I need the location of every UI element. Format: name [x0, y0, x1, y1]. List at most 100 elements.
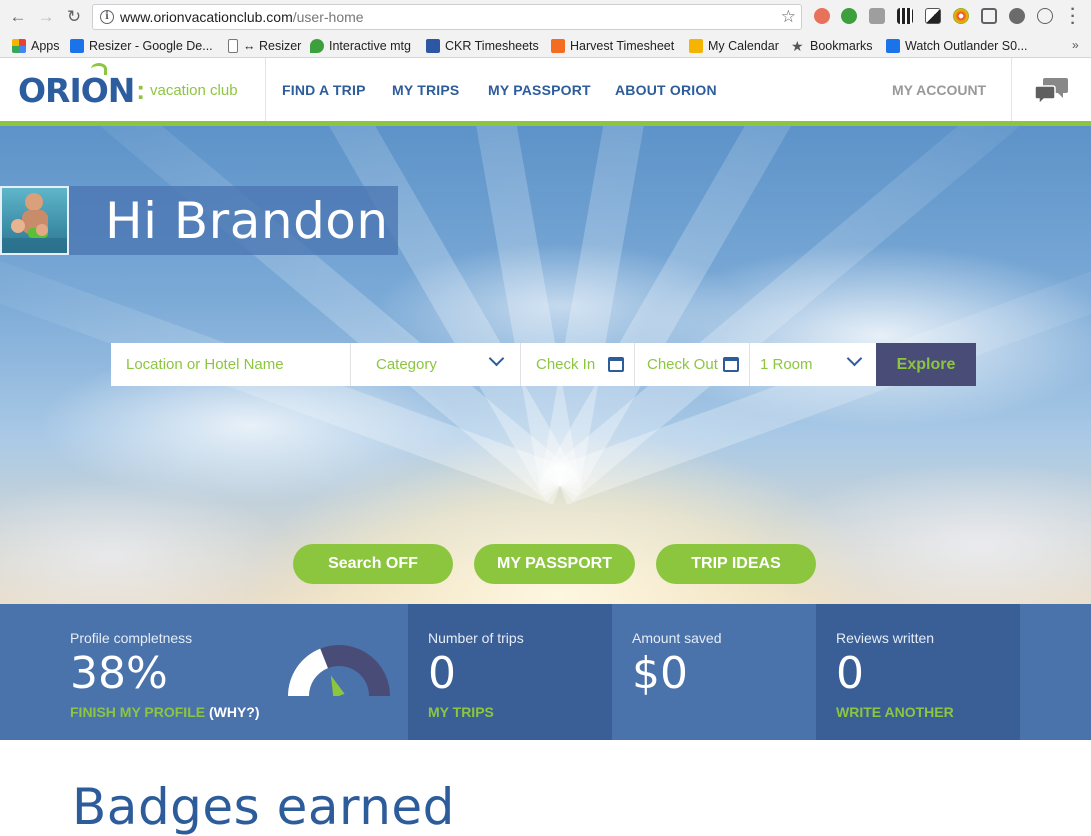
logo-tagline: vacation club — [150, 82, 238, 99]
greeting-text: Hi Brandon — [105, 192, 389, 250]
nav-my-trips[interactable]: MY TRIPS — [392, 82, 459, 98]
user-photo — [2, 193, 67, 253]
chevron-down-icon — [488, 350, 505, 367]
reviews-label: Reviews written — [836, 630, 935, 646]
play-icon[interactable] — [1037, 8, 1053, 24]
search-off-button[interactable]: Search OFF — [293, 544, 453, 584]
reload-icon[interactable]: ↻ — [64, 7, 84, 27]
browser-menu-icon[interactable]: · · · — [1068, 2, 1078, 32]
url-path: /user-home — [292, 9, 364, 25]
bookmark-label: Bookmarks — [810, 39, 873, 53]
star-icon: ★ — [791, 38, 804, 54]
calendar-icon — [689, 39, 703, 53]
badges-heading: Badges earned — [72, 778, 455, 836]
leaf-icon — [310, 39, 324, 53]
write-another-link[interactable]: WRITE ANOTHER — [836, 704, 954, 720]
reviews-value: 0 — [836, 648, 864, 699]
bookmark-interactive-mtg[interactable]: Interactive mtg — [310, 38, 411, 54]
color-picker-icon[interactable] — [953, 8, 969, 24]
profile-value: 38% — [70, 648, 168, 699]
back-icon[interactable]: ← — [8, 7, 28, 27]
rooms-select[interactable]: 1 Room — [750, 343, 876, 386]
trips-value: 0 — [428, 648, 456, 699]
bookmark-watch-outlander[interactable]: Watch Outlander S0... — [886, 38, 1028, 54]
bookmark-ckr-timesheets[interactable]: CKR Timesheets — [426, 38, 539, 54]
reviews-stat: Reviews written 0 WRITE ANOTHER — [816, 604, 1020, 740]
saved-stat: Amount saved $0 — [612, 604, 816, 740]
bookmark-star-icon[interactable]: ☆ — [781, 7, 796, 27]
why-link[interactable]: (WHY?) — [209, 704, 260, 720]
nav-find-a-trip[interactable]: FIND A TRIP — [282, 82, 366, 98]
site-header: ORION : vacation club FIND A TRIP MY TRI… — [0, 58, 1091, 121]
orion-logo[interactable]: ORION : — [18, 63, 146, 110]
logo-swoosh-icon — [91, 63, 107, 75]
check-in-label: Check In — [536, 356, 596, 373]
calendar-icon — [608, 357, 624, 372]
logo-dots: : — [136, 74, 146, 105]
url-text[interactable]: www.orionvacationclub.com/user-home — [120, 9, 364, 25]
extension-circle-icon[interactable] — [1009, 8, 1025, 24]
finish-profile-link[interactable]: FINISH MY PROFILE (WHY?) — [70, 704, 260, 720]
forward-icon[interactable]: → — [36, 7, 56, 27]
bookmarks-bar: Apps Resizer - Google De... ↔ Resizer In… — [0, 34, 1091, 58]
greeting-banner: Hi Brandon — [69, 186, 398, 255]
extension-gray-icon[interactable] — [869, 8, 885, 24]
extension-badge-icon[interactable] — [814, 8, 830, 24]
profile-gauge — [288, 645, 390, 696]
avatar[interactable] — [0, 186, 69, 255]
bookmark-bookmarks[interactable]: ★ Bookmarks — [791, 38, 873, 54]
my-trips-link[interactable]: MY TRIPS — [428, 704, 494, 720]
rooms-label: 1 Room — [760, 356, 813, 373]
check-in-field[interactable]: Check In — [521, 343, 635, 386]
bookmark-label: Watch Outlander S0... — [905, 39, 1028, 53]
check-out-label: Check Out — [647, 356, 718, 373]
bookmark-resizer[interactable]: ↔ Resizer — [228, 38, 301, 54]
apps-grid-icon — [12, 39, 26, 53]
trips-label: Number of trips — [428, 630, 524, 646]
ckr-icon — [426, 39, 440, 53]
trips-stat: Number of trips 0 MY TRIPS — [408, 604, 612, 740]
extension-square-icon[interactable] — [925, 8, 941, 24]
nav-my-passport[interactable]: MY PASSPORT — [488, 82, 591, 98]
location-input[interactable]: Location or Hotel Name — [111, 343, 351, 386]
info-icon[interactable]: i — [100, 10, 114, 24]
bookmark-apps[interactable]: Apps — [12, 38, 60, 54]
address-bar[interactable]: i www.orionvacationclub.com/user-home ☆ — [92, 4, 802, 30]
calendar-icon — [723, 357, 739, 372]
qr-code-icon[interactable] — [897, 8, 913, 24]
gd-icon — [70, 39, 84, 53]
saved-value: $0 — [632, 648, 688, 699]
finish-profile-text: FINISH MY PROFILE — [70, 704, 206, 720]
bookmark-harvest-timesheet[interactable]: Harvest Timesheet — [551, 38, 674, 54]
harvest-icon — [551, 39, 565, 53]
hero-banner: Hi Brandon Location or Hotel Name Catego… — [0, 126, 1091, 604]
explore-button[interactable]: Explore — [876, 343, 976, 386]
profile-stat: Profile completness 38% FINISH MY PROFIL… — [50, 604, 408, 740]
cast-icon[interactable] — [981, 8, 997, 24]
chat-icon[interactable] — [1035, 76, 1069, 106]
category-label: Category — [376, 356, 437, 373]
url-domain: www.orionvacationclub.com — [120, 9, 293, 25]
nav-about-orion[interactable]: ABOUT ORION — [615, 82, 717, 98]
trip-ideas-button[interactable]: TRIP IDEAS — [656, 544, 816, 584]
bookmark-label: Interactive mtg — [329, 39, 411, 53]
bookmark-label: ↔ Resizer — [243, 39, 302, 53]
tv-icon — [886, 39, 900, 53]
location-placeholder: Location or Hotel Name — [126, 356, 284, 373]
my-passport-button[interactable]: MY PASSPORT — [474, 544, 635, 584]
header-divider — [265, 58, 266, 121]
bookmark-my-calendar[interactable]: My Calendar — [689, 38, 779, 54]
profile-label: Profile completness — [70, 630, 193, 646]
logo-word: ORION — [18, 70, 135, 110]
chevron-down-icon — [846, 350, 863, 367]
my-account-link[interactable]: MY ACCOUNT — [892, 82, 986, 98]
bookmark-label: Harvest Timesheet — [570, 39, 675, 53]
check-out-field[interactable]: Check Out — [635, 343, 750, 386]
evernote-extension-icon[interactable] — [841, 8, 857, 24]
bookmark-label: Apps — [31, 39, 60, 53]
category-select[interactable]: Category — [351, 343, 521, 386]
search-bar: Location or Hotel Name Category Check In… — [111, 343, 976, 386]
bookmark-label: Resizer - Google De... — [89, 39, 213, 53]
bookmark-resizer-gd[interactable]: Resizer - Google De... — [70, 38, 213, 54]
bookmarks-overflow-icon[interactable]: » — [1072, 38, 1079, 52]
